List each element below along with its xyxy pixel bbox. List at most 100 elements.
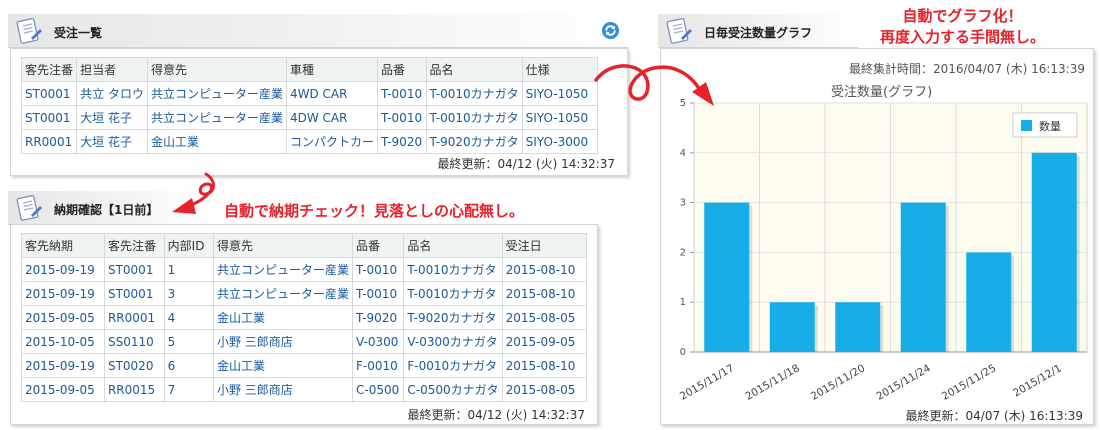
table-cell[interactable]: F-0010 [351,353,405,378]
orders-column-header[interactable]: 客先注番 [20,57,78,82]
table-cell[interactable]: 5 [163,329,214,354]
curved-arrow-icon [172,172,215,214]
table-row[interactable]: 2015-09-19 ST0001 1 共立コンピューター産業 T-0010 T-0010… [21,257,588,282]
table-cell[interactable]: 3 [163,281,214,306]
table-cell[interactable]: SIYO-1050 [521,105,599,130]
table-cell[interactable]: 2015-10-05 [21,329,105,354]
table-row[interactable]: ST0001 共立 タロウ 共立コンピューター産業 4WD CAR T-0010 T-00… [20,81,599,106]
orders-column-header[interactable]: 仕様 [521,57,599,82]
table-cell[interactable]: 4WD CAR [285,81,378,106]
table-cell[interactable]: 共立コンピューター産業 [212,257,353,282]
table-cell[interactable]: 小野 三郎商店 [212,329,353,354]
table-cell[interactable]: 共立コンピューター産業 [146,81,287,106]
delivery-column-header[interactable]: 得意先 [212,233,353,258]
table-cell[interactable]: 共立 タロウ [76,81,148,106]
table-cell[interactable]: ST0001 [20,105,78,130]
table-cell[interactable]: 大垣 花子 [76,129,148,154]
delivery-last-updated: 最終更新：04/12 (火) 14:32:37 [407,408,585,422]
table-cell[interactable]: T-0010 [351,257,405,282]
table-cell[interactable]: 金山工業 [212,353,353,378]
table-cell[interactable]: F-0010カナガタ [403,353,503,378]
table-cell[interactable]: SIYO-1050 [521,81,599,106]
orders-panel-header: 受注一覧 [8,14,628,48]
table-cell[interactable]: T-9020カナガタ [403,305,503,330]
table-cell[interactable]: T-9020 [376,129,427,154]
table-cell[interactable]: T-0010カナガタ [403,257,503,282]
table-cell[interactable]: 2015-09-19 [21,257,105,282]
curved-arrow-icon [594,64,714,106]
table-cell[interactable]: 4DW CAR [285,105,378,130]
table-cell[interactable]: 2015-09-19 [21,281,105,306]
table-row[interactable]: 2015-10-05 SS0110 5 小野 三郎商店 V-0300 V-0300カナガタ… [21,329,588,354]
table-cell[interactable]: 大垣 花子 [76,105,148,130]
table-row[interactable]: 2015-09-05 RR0015 7 小野 三郎商店 C-0500 C-0500カナガタ… [21,377,588,402]
table-cell[interactable]: T-0010 [376,81,427,106]
bar-chart: 0123452015/11/17 2015/11/18 2015/11/20 2015… [678,98,1088,403]
table-cell[interactable]: T-0010カナガタ [425,105,523,130]
table-cell[interactable]: ST0020 [103,353,165,378]
table-cell[interactable]: 金山工業 [146,129,287,154]
table-cell[interactable]: 2015-08-10 [501,281,588,306]
table-cell[interactable]: 2015-09-05 [21,305,105,330]
table-cell[interactable]: 2015-08-10 [501,353,588,378]
delivery-column-header[interactable]: 客先注番 [103,233,165,258]
orders-column-header[interactable]: 車種 [285,57,378,82]
table-cell[interactable]: コンパクトカー [285,129,378,154]
delivery-column-header[interactable]: 客先納期 [21,233,105,258]
delivery-column-header[interactable]: 内部ID [163,233,214,258]
bar [900,202,946,352]
table-cell[interactable]: ST0001 [103,281,165,306]
table-cell[interactable]: SS0110 [103,329,165,354]
table-cell[interactable]: 2015-09-19 [21,353,105,378]
delivery-callout: 自動で納期チェック！見落としの心配無し。 [224,202,525,220]
orders-column-header[interactable]: 担当者 [76,57,148,82]
table-row[interactable]: 2015-09-05 RR0001 4 金山工業 T-9020 T-9020カナガタ 201… [21,305,588,330]
table-cell[interactable]: V-0300 [351,329,405,354]
table-cell[interactable]: C-0500 [351,377,405,402]
table-cell[interactable]: V-0300カナガタ [403,329,503,354]
table-cell[interactable]: RR0001 [103,305,165,330]
table-cell[interactable]: ST0001 [20,81,78,106]
delivery-column-header[interactable]: 受注日 [501,233,588,258]
table-cell[interactable]: 2015-08-05 [501,305,588,330]
table-cell[interactable]: T-9020 [351,305,405,330]
document-icon [666,17,692,44]
y-tick-label: 3 [680,198,686,209]
bar [704,202,750,352]
orders-column-header[interactable]: 得意先 [146,57,287,82]
table-row[interactable]: RR0001 大垣 花子 金山工業 コンパクトカー T-9020 T-9020カナガタ SI… [20,129,599,154]
delivery-column-header[interactable]: 品番 [351,233,405,258]
table-cell[interactable]: C-0500カナガタ [403,377,503,402]
orders-column-header[interactable]: 品番 [376,57,427,82]
table-cell[interactable]: T-0010 [351,281,405,306]
table-cell[interactable]: T-0010 [376,105,427,130]
delivery-column-header[interactable]: 品名 [403,233,503,258]
table-cell[interactable]: T-0010カナガタ [403,281,503,306]
table-cell[interactable]: 小野 三郎商店 [212,377,353,402]
table-cell[interactable]: 共立コンピューター産業 [146,105,287,130]
table-cell[interactable]: 1 [163,257,214,282]
chart-callout: 自動でグラフ化！ 再度入力する手間無し。 [880,6,1045,48]
table-cell[interactable]: 2015-08-10 [501,257,588,282]
table-row[interactable]: ST0001 大垣 花子 共立コンピューター産業 4DW CAR T-0010 T-001… [20,105,599,130]
table-cell[interactable]: 2015-09-05 [21,377,105,402]
table-cell[interactable]: T-9020カナガタ [425,129,523,154]
table-cell[interactable]: 共立コンピューター産業 [212,281,353,306]
table-cell[interactable]: 金山工業 [212,305,353,330]
table-row[interactable]: 2015-09-19 ST0020 6 金山工業 F-0010 F-0010カナガタ 201… [21,353,588,378]
table-cell[interactable]: 6 [163,353,214,378]
table-cell[interactable]: ST0001 [103,257,165,282]
table-cell[interactable]: 4 [163,305,214,330]
orders-panel-title: 受注一覧 [54,26,103,40]
table-cell[interactable]: T-0010カナガタ [425,81,523,106]
table-cell[interactable]: 2015-09-05 [501,329,588,354]
table-cell[interactable]: RR0015 [103,377,165,402]
refresh-icon[interactable] [601,21,620,40]
orders-column-header[interactable]: 品名 [425,57,523,82]
table-cell[interactable]: 2015-08-05 [501,377,588,402]
table-row[interactable]: 2015-09-19 ST0001 3 共立コンピューター産業 T-0010 T-0010… [21,281,588,306]
table-cell[interactable]: 7 [163,377,214,402]
table-cell[interactable]: SIYO-3000 [521,129,599,154]
table-cell[interactable]: RR0001 [20,129,78,154]
delivery-table: 客先納期 客先注番 内部ID 得意先 品番 品名 受注日 2015-09-19 ST0001 1… [21,233,588,402]
